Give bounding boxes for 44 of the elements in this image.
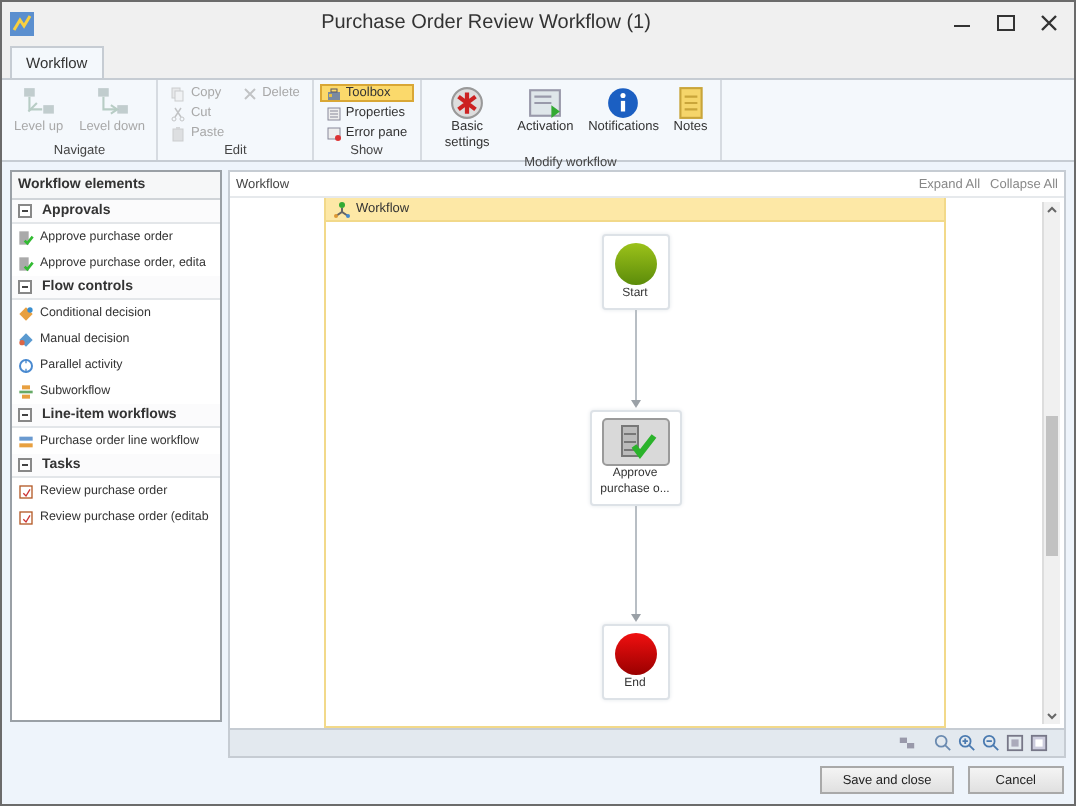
minimap-icon[interactable] xyxy=(1030,734,1048,752)
start-circle-icon xyxy=(613,242,657,286)
fit-screen-icon[interactable] xyxy=(1006,734,1024,752)
collapse-icon[interactable] xyxy=(18,204,32,218)
close-icon[interactable] xyxy=(1037,12,1059,34)
app-icon xyxy=(10,11,34,35)
connector-arrow xyxy=(629,506,641,624)
scrollbar-thumb[interactable] xyxy=(1046,416,1058,557)
end-circle-icon xyxy=(613,632,657,676)
toolbox-icon xyxy=(325,85,342,101)
copy-icon xyxy=(170,85,187,101)
approval-icon xyxy=(601,418,669,466)
subworkflow-icon xyxy=(18,383,34,399)
notes-icon xyxy=(673,86,708,120)
zoom-to-fit-icon[interactable] xyxy=(934,734,952,752)
paste-icon xyxy=(170,125,187,141)
activation-icon xyxy=(528,86,563,120)
collapse-icon[interactable] xyxy=(18,280,32,294)
collapse-icon[interactable] xyxy=(18,408,32,422)
level-down-icon xyxy=(95,86,130,120)
zoom-in-icon[interactable] xyxy=(958,734,976,752)
approval-icon xyxy=(18,255,34,271)
task-icon xyxy=(18,509,34,525)
window-title: Purchase Order Review Workflow (1) xyxy=(319,12,653,34)
collapse-icon[interactable] xyxy=(18,458,32,472)
connector-arrow xyxy=(629,310,641,410)
task-icon xyxy=(18,483,34,499)
zoom-out-icon[interactable] xyxy=(982,734,1000,752)
workflow-icon xyxy=(334,201,350,217)
parallel-icon xyxy=(18,357,34,373)
cut-icon xyxy=(170,105,187,121)
conditional-icon xyxy=(18,305,34,321)
scrollbar[interactable] xyxy=(1042,202,1060,724)
delete-icon xyxy=(242,85,259,101)
maximize-icon[interactable] xyxy=(993,12,1015,34)
approval-icon xyxy=(18,229,34,245)
line-icon xyxy=(18,433,34,449)
scroll-up-icon[interactable] xyxy=(1044,202,1060,218)
error-pane-icon xyxy=(325,125,342,141)
notifications-icon xyxy=(606,86,641,120)
scroll-down-icon[interactable] xyxy=(1044,708,1060,724)
properties-icon xyxy=(325,105,342,121)
manual-icon xyxy=(18,331,34,347)
level-up-icon xyxy=(21,86,56,120)
